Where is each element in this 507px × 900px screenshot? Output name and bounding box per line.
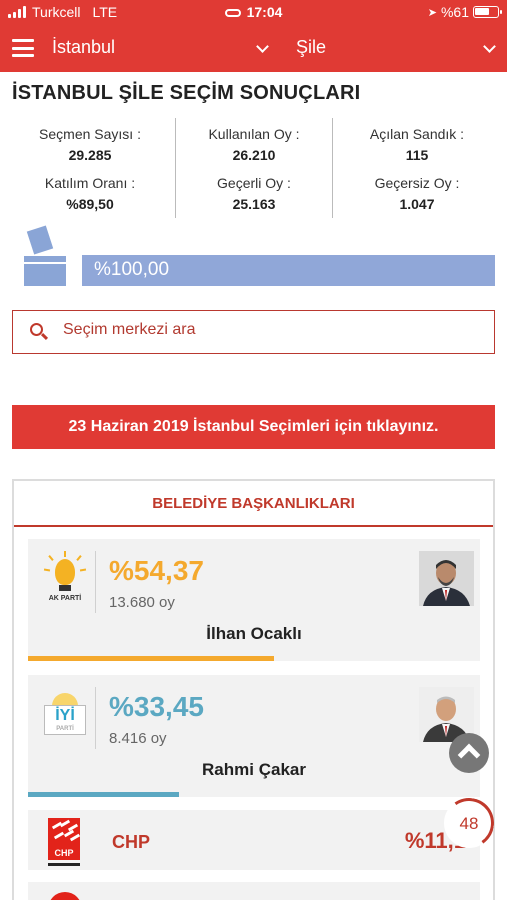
- stat-column: Açılan Sandık : 115 Geçersiz Oy : 1.047: [337, 118, 497, 218]
- battery-icon: [473, 6, 502, 18]
- results-card: BELEDİYE BAŞKANLIKLARI AK PARTİ %54,37 1…: [12, 479, 495, 900]
- candidate-percent: %33,45: [109, 691, 204, 722]
- city-select[interactable]: İstanbul: [52, 37, 115, 58]
- party-name: CHP: [112, 832, 151, 852]
- akp-logo-icon: AK PARTİ: [40, 551, 90, 613]
- search-input[interactable]: [63, 321, 463, 339]
- progress-counter[interactable]: 48: [440, 794, 498, 852]
- divider: [95, 687, 96, 749]
- location-arrow-icon: ➤: [427, 6, 437, 19]
- nav-bar: İstanbul Şile: [0, 24, 507, 72]
- stat-column: Kullanılan Oy : 26.210 Geçerli Oy : 25.1…: [175, 118, 333, 218]
- status-right: ➤ %61: [427, 4, 502, 20]
- chevron-down-icon[interactable]: [256, 40, 269, 53]
- stat-value: 115: [405, 147, 429, 163]
- scroll-to-top-button[interactable]: [449, 733, 489, 773]
- party-logo-icon: [48, 892, 82, 900]
- stat-label: Geçersiz Oy :: [374, 175, 460, 191]
- party-logo-label: AK PARTİ: [48, 595, 82, 602]
- party-row[interactable]: [28, 882, 480, 900]
- stat-label: Seçmen Sayısı :: [39, 126, 141, 142]
- candidate-card[interactable]: İYİ PARTİ %33,45 8.416 oy Rahmi Çakar: [28, 675, 480, 797]
- candidate-percent: %54,37: [109, 555, 204, 586]
- search-icon[interactable]: [30, 323, 49, 341]
- chp-logo-icon: CHP: [48, 818, 81, 862]
- time-label: 17:04: [246, 4, 283, 20]
- counter-value: 48: [459, 814, 479, 833]
- stat-value: 1.047: [399, 196, 435, 212]
- stat-label: Katılım Oranı :: [44, 175, 136, 191]
- search-box[interactable]: [12, 310, 495, 354]
- candidate-share-bar: [28, 792, 180, 797]
- battery-percent: %61: [440, 4, 469, 20]
- stat-column: Seçmen Sayısı : 29.285 Katılım Oranı : %…: [10, 118, 170, 218]
- chevron-down-icon[interactable]: [483, 40, 496, 53]
- link-icon: [224, 9, 241, 18]
- party-logo-label: İYİ: [55, 707, 75, 724]
- candidate-name: İlhan Ocaklı: [206, 624, 302, 643]
- status-bar: Turkcell LTE 17:04 ➤ %61: [0, 0, 507, 24]
- divider: [48, 863, 80, 866]
- stat-value: 26.210: [232, 147, 276, 163]
- ballot-box-icon: [22, 225, 68, 286]
- district-select[interactable]: Şile: [296, 37, 326, 58]
- candidate-name: Rahmi Çakar: [202, 760, 306, 779]
- hamburger-icon[interactable]: [12, 39, 34, 57]
- candidate-share-bar: [28, 656, 274, 661]
- party-logo-sublabel: PARTİ: [56, 726, 74, 732]
- divider: [95, 551, 96, 613]
- candidate-photo: [419, 551, 474, 606]
- candidate-votes: 13.680 oy: [109, 594, 175, 611]
- section-title: BELEDİYE BAŞKANLIKLARI: [14, 481, 493, 527]
- candidate-card[interactable]: AK PARTİ %54,37 13.680 oy İlhan Ocaklı: [28, 539, 480, 661]
- stat-value: 29.285: [68, 147, 112, 163]
- page-title: İSTANBUL ŞİLE SEÇİM SONUÇLARI: [12, 82, 361, 104]
- candidate-votes: 8.416 oy: [109, 730, 167, 747]
- chevron-up-icon: [457, 743, 481, 767]
- stats-panel: Seçmen Sayısı : 29.285 Katılım Oranı : %…: [10, 118, 497, 220]
- counting-progress-bar: %100,00: [82, 255, 495, 286]
- stat-value: %89,50: [66, 196, 114, 212]
- progress-label: %100,00: [94, 259, 170, 280]
- iyi-logo-icon: İYİ PARTİ: [40, 693, 90, 749]
- party-logo-label: CHP: [48, 846, 80, 860]
- election-banner-link[interactable]: 23 Haziran 2019 İstanbul Seçimleri için …: [12, 405, 495, 449]
- stat-label: Geçerli Oy :: [217, 175, 291, 191]
- stat-label: Açılan Sandık :: [369, 126, 465, 142]
- stat-label: Kullanılan Oy :: [208, 126, 300, 142]
- stat-value: 25.163: [232, 196, 276, 212]
- party-row[interactable]: CHP CHP %11,1: [28, 810, 480, 870]
